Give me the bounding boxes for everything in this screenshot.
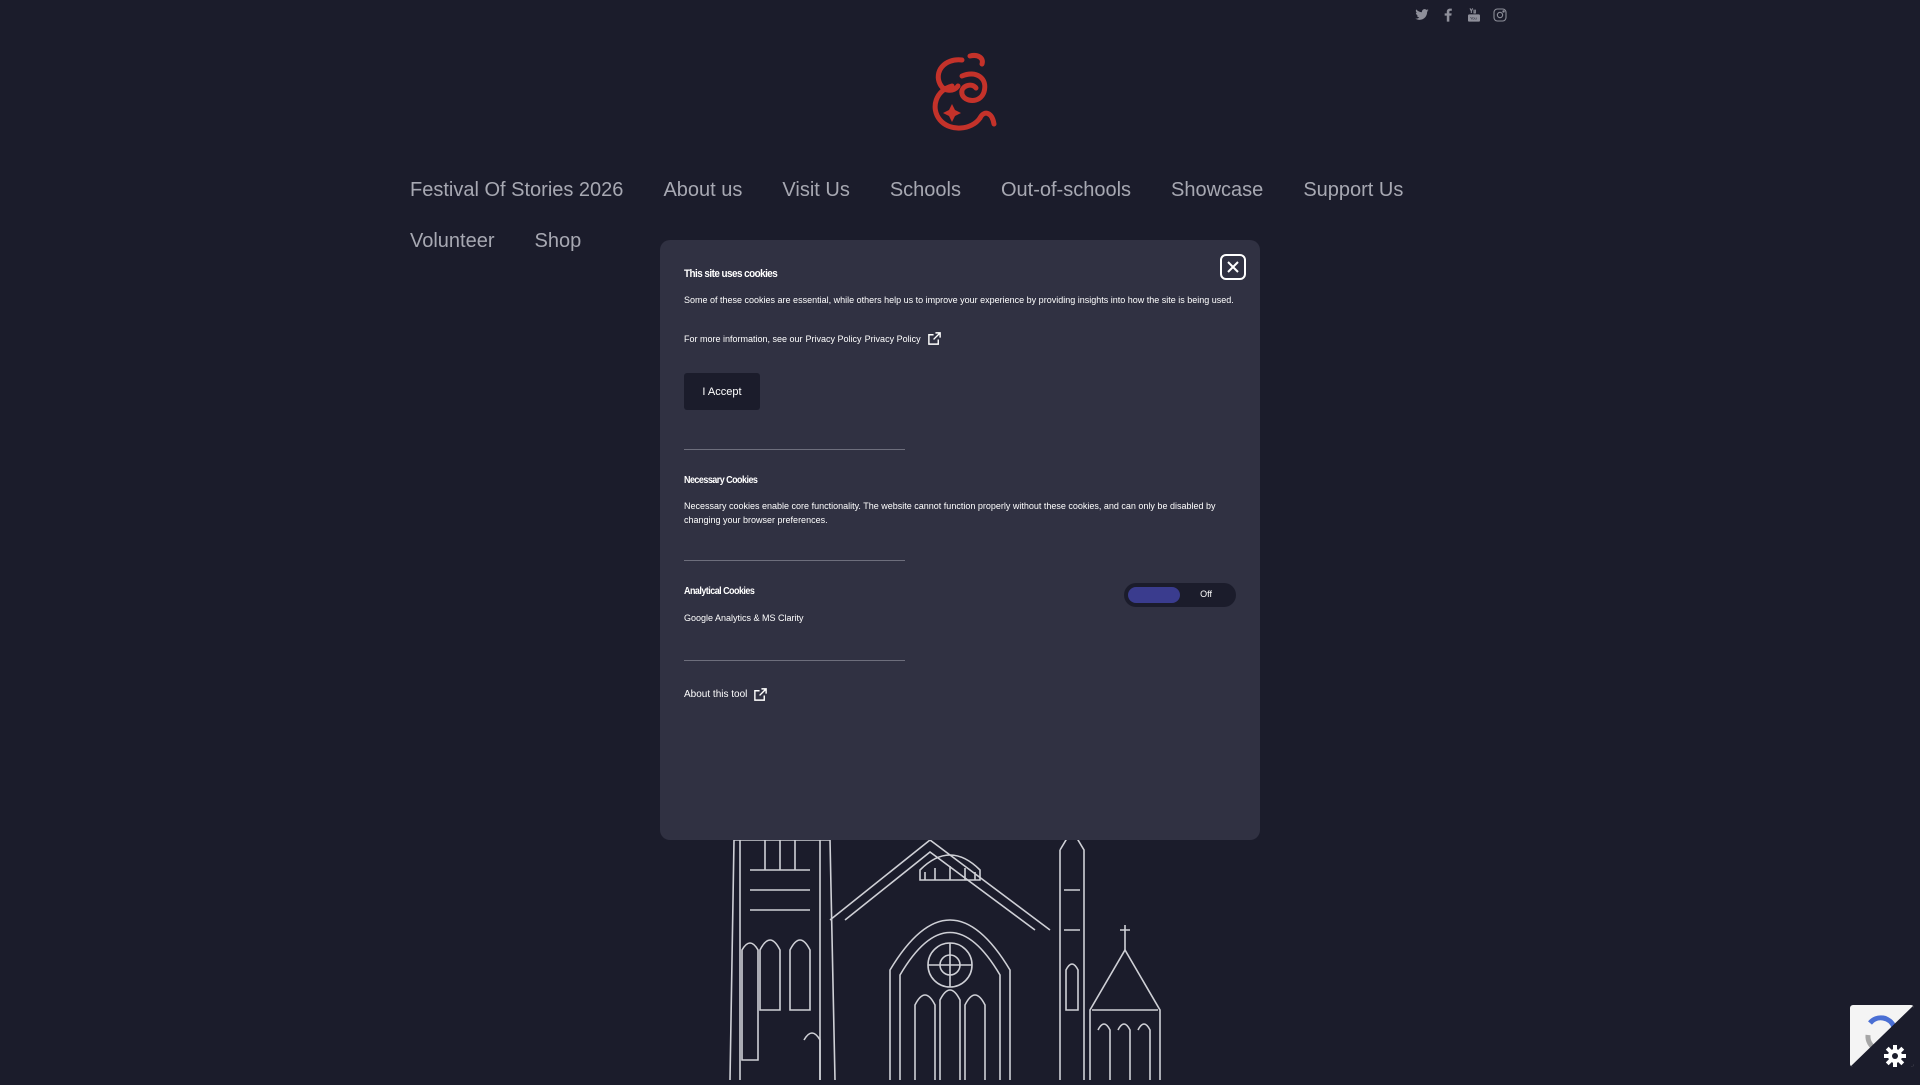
- toggle-knob: [1128, 587, 1180, 603]
- external-link-icon: [927, 332, 941, 345]
- instagram-icon[interactable]: [1491, 6, 1509, 24]
- about-this-tool-link[interactable]: About this tool: [684, 687, 768, 702]
- privacy-info-prefix: For more information, see our: [684, 333, 803, 344]
- privacy-policy-link-1[interactable]: Privacy Policy: [806, 334, 862, 344]
- divider: [684, 449, 905, 450]
- twitter-icon[interactable]: [1413, 6, 1431, 24]
- cookie-consent-modal: This site uses cookies Some of these coo…: [660, 240, 1260, 840]
- site-logo[interactable]: [922, 52, 1002, 136]
- divider: [684, 560, 905, 561]
- privacy-policy-link-2-label: Privacy Policy: [864, 333, 921, 344]
- toggle-state-label: Off: [1200, 589, 1212, 599]
- analytical-cookies-text: Google Analytics & MS Clarity: [684, 613, 804, 623]
- nav-visit-us[interactable]: Visit Us: [782, 179, 849, 202]
- about-this-tool-label: About this tool: [684, 689, 748, 700]
- nav-row-1: Festival Of Stories 2026 About us Visit …: [410, 165, 1510, 216]
- facebook-icon[interactable]: [1439, 6, 1457, 24]
- nav-shop[interactable]: Shop: [535, 230, 582, 253]
- analytical-cookies-title: Analytical Cookies: [684, 586, 755, 597]
- privacy-policy-link-2[interactable]: Privacy Policy: [865, 331, 942, 346]
- cookie-settings-button[interactable]: [1850, 1005, 1914, 1067]
- analytical-cookies-toggle[interactable]: Off: [1124, 583, 1236, 607]
- close-button[interactable]: [1220, 254, 1246, 280]
- necessary-cookies-text: Necessary cookies enable core functional…: [684, 501, 1216, 525]
- external-link-icon: [754, 688, 768, 701]
- nav-volunteer[interactable]: Volunteer: [410, 230, 495, 253]
- svg-text:You: You: [1470, 16, 1477, 21]
- divider: [684, 660, 905, 661]
- accept-button[interactable]: I Accept: [684, 373, 760, 410]
- nav-support-us[interactable]: Support Us: [1303, 179, 1403, 202]
- close-icon: [1227, 261, 1239, 273]
- nav-festival-of-stories[interactable]: Festival Of Stories 2026: [410, 179, 623, 202]
- modal-intro-text: Some of these cookies are essential, whi…: [684, 295, 1234, 305]
- privacy-info: For more information, see our Privacy Po…: [684, 331, 942, 346]
- social-links: You: [1413, 6, 1509, 24]
- nav-schools[interactable]: Schools: [890, 179, 961, 202]
- nav-out-of-schools[interactable]: Out-of-schools: [1001, 179, 1131, 202]
- gear-icon: [1884, 1045, 1906, 1067]
- church-illustration: [720, 828, 1170, 1081]
- nav-about-us[interactable]: About us: [663, 179, 742, 202]
- nav-showcase[interactable]: Showcase: [1171, 179, 1263, 202]
- modal-title: This site uses cookies: [684, 268, 778, 280]
- necessary-cookies-title: Necessary Cookies: [684, 475, 758, 486]
- youtube-icon[interactable]: You: [1465, 6, 1483, 24]
